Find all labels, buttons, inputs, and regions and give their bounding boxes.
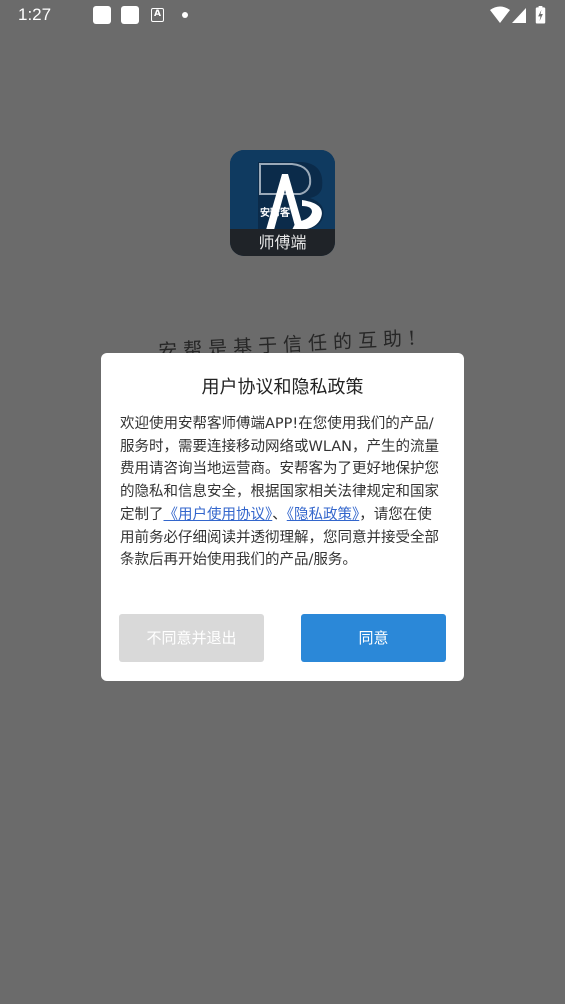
a-notification-icon: A — [151, 8, 164, 22]
app-logo: 安帮客 师傅端 — [230, 150, 335, 256]
logo-brand-text: 安帮客 — [260, 208, 290, 219]
dot-icon — [182, 12, 188, 18]
link-separator: 、 — [272, 506, 287, 523]
battery-charging-icon — [535, 6, 546, 24]
disagree-exit-button[interactable]: 不同意并退出 — [119, 614, 264, 662]
wifi-icon — [490, 6, 510, 23]
user-agreement-link[interactable]: 《用户使用协议》 — [164, 507, 273, 523]
privacy-dialog: 用户协议和隐私政策 欢迎使用安帮客师傅端APP!在您使用我们的产品/服务时，需要… — [101, 353, 464, 681]
privacy-policy-link[interactable]: 《隐私政策》 — [287, 507, 360, 523]
square-notification-icon — [93, 6, 111, 24]
logo-caption: 师傅端 — [230, 229, 335, 256]
dialog-body: 欢迎使用安帮客师傅端APP!在您使用我们的产品/服务时，需要连接移动网络或WLA… — [120, 413, 446, 572]
square-notification-icon — [121, 6, 139, 24]
dialog-title: 用户协议和隐私政策 — [201, 377, 364, 398]
agree-button[interactable]: 同意 — [301, 614, 446, 662]
status-time: 1:27 — [18, 5, 52, 24]
status-bar: 1:27 A — [0, 0, 565, 32]
cellular-signal-icon — [512, 8, 526, 23]
